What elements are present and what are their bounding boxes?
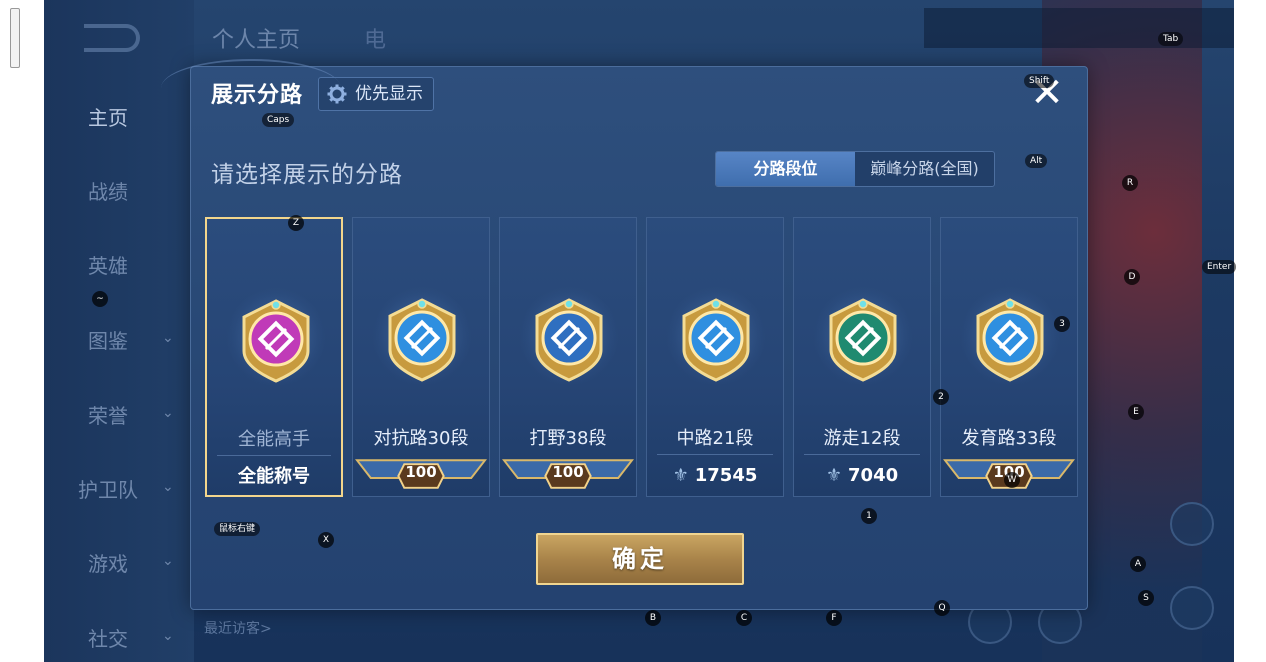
priority-display-label: 优先显示 [355, 84, 423, 104]
nav-item-heroes: 英雄 [88, 254, 128, 278]
lane-card-name: 全能高手 [238, 429, 310, 450]
background-tab-profile: 个人主页 [212, 28, 301, 53]
key-mapping-hint: 2 [933, 389, 949, 405]
background-top-bar [924, 8, 1234, 48]
chevron-down-icon: ⌄ [162, 479, 174, 495]
key-mapping-hint: Q [934, 600, 950, 616]
key-mapping-hint: Enter [1202, 260, 1237, 274]
chevron-down-icon: ⌄ [162, 628, 174, 644]
rank-badge-value: 100 [552, 463, 584, 481]
dialog-title: 展示分路 [211, 83, 304, 108]
peak-score-value: 17545 [694, 465, 758, 486]
card-divider [217, 455, 331, 456]
card-divider [657, 454, 773, 455]
nav-item-record: 战绩 [88, 180, 128, 204]
key-mapping-hint: A [1130, 556, 1146, 572]
lane-mode-segmented-control: 分路段位 巅峰分路(全国) [715, 151, 995, 187]
game-screen: 主页 战绩 英雄 图鉴 ⌄ 荣誉 ⌄ 护卫队 ⌄ 游戏 ⌄ 社交 ⌄ 个人主页 … [44, 0, 1234, 662]
peak-score-icon: ⚜ [825, 465, 843, 486]
key-mapping-hint: E [1128, 404, 1144, 420]
lane-card[interactable]: 游走12段 ⚜ 7040 [793, 217, 931, 497]
key-mapping-hint: X [318, 532, 334, 548]
key-mapping-hint: D [1124, 269, 1140, 285]
lane-medal-icon [535, 298, 603, 382]
key-mapping-hint: 1 [861, 508, 877, 524]
lane-card[interactable]: 中路21段 ⚜ 17545 [646, 217, 784, 497]
key-mapping-hint: F [826, 610, 842, 626]
peak-score-icon: ⚜ [672, 465, 689, 486]
lane-display-dialog: 展示分路 优先显示 ✕ 请选择展示的分路 分路段位 巅峰分路(全国) 全能高手全… [161, 59, 1088, 610]
lane-card[interactable]: 对抗路30段 100 [352, 217, 490, 497]
key-mapping-hint: ~ [92, 291, 108, 307]
dialog-subtitle: 请选择展示的分路 [211, 162, 403, 188]
gear-icon [327, 84, 347, 104]
back-icon [84, 24, 140, 52]
key-mapping-hint: Tab [1158, 32, 1184, 46]
chevron-down-icon: ⌄ [162, 553, 174, 569]
priority-display-button[interactable]: 优先显示 [318, 77, 434, 111]
lane-card[interactable]: 发育路33段100 [940, 217, 1078, 497]
lane-card-name: 中路21段 [676, 428, 754, 449]
background-tab-second: 电 [364, 28, 387, 53]
lane-card[interactable]: 打野38段 100 [499, 217, 637, 497]
lane-medal-icon [242, 299, 310, 383]
confirm-button[interactable]: 确定 [536, 533, 744, 585]
tab-lane-rank[interactable]: 分路段位 [716, 152, 855, 186]
key-mapping-hint: 鼠标右键 [214, 522, 261, 536]
window-right-margin [1234, 0, 1266, 662]
chevron-down-icon: ⌄ [162, 405, 174, 421]
lane-card[interactable]: 全能高手 全能称号 [205, 217, 343, 497]
lane-card-name: 发育路33段 [961, 428, 1057, 449]
key-mapping-hint: C [736, 610, 752, 626]
background-recent-visitors: 最近访客> [204, 621, 272, 637]
key-mapping-hint: S [1138, 590, 1154, 606]
key-mapping-hint: Alt [1025, 154, 1048, 168]
rank-badge-value: 100 [405, 463, 437, 481]
lane-card-name: 游走12段 [823, 428, 901, 449]
peak-score-value: 7040 [848, 465, 899, 486]
lane-card-footer: ⚜ 17545 [647, 458, 783, 494]
chevron-down-icon: ⌄ [162, 330, 174, 346]
key-mapping-hint: W [1004, 472, 1020, 488]
key-mapping-hint: B [645, 610, 661, 626]
lane-medal-icon [682, 298, 750, 382]
key-mapping-hint: Z [288, 215, 304, 231]
lane-card-footer: 全能称号 [238, 466, 310, 487]
lane-card-name: 打野38段 [529, 428, 607, 449]
card-divider [804, 454, 920, 455]
lane-medal-icon [829, 298, 897, 382]
background-side-icon-2 [1170, 586, 1214, 630]
key-mapping-hint: 3 [1054, 316, 1070, 332]
background-side-icon [1170, 502, 1214, 546]
lane-card-name: 对抗路30段 [373, 428, 469, 449]
lane-card-list: 全能高手 全能称号 对抗路30段 100 打野38段 100 中路21段 ⚜ 17545 游走12… [205, 217, 1078, 497]
key-mapping-hint: Caps [262, 113, 295, 127]
window-edge-handle [10, 8, 20, 68]
lane-medal-icon [388, 298, 456, 382]
key-mapping-hint: R [1122, 175, 1138, 191]
key-mapping-hint: Shift [1024, 74, 1055, 88]
lane-card-footer: ⚜ 7040 [794, 458, 930, 494]
lane-medal-icon [976, 298, 1044, 382]
tab-peak-lane[interactable]: 巅峰分路(全国) [855, 152, 994, 186]
